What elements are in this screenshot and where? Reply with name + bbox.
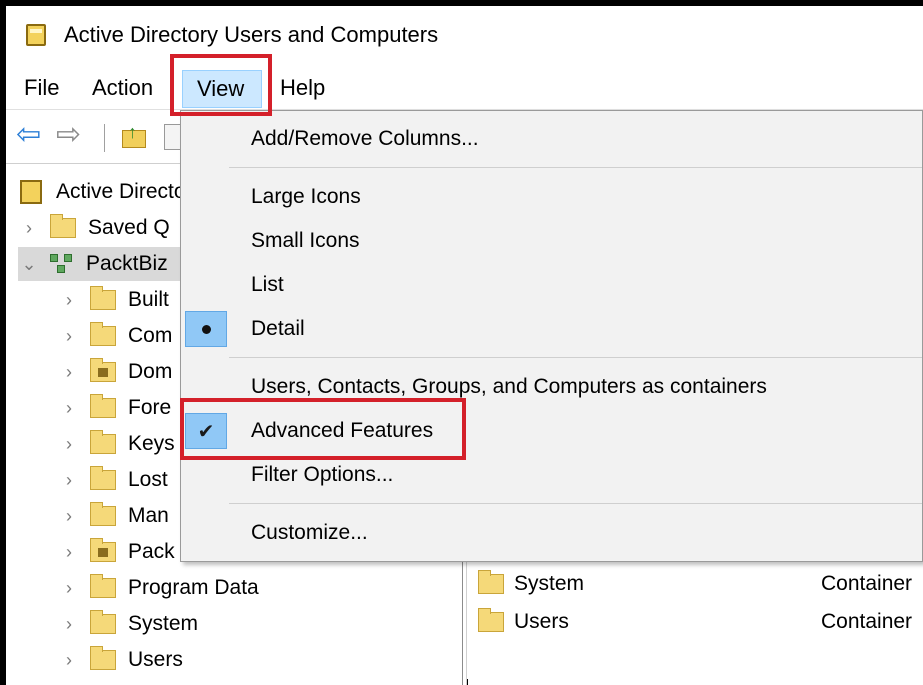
chevron-right-icon[interactable]: › bbox=[58, 506, 80, 527]
menu-file[interactable]: File bbox=[16, 73, 67, 103]
list-item[interactable]: Users Container bbox=[478, 604, 923, 640]
chevron-right-icon[interactable]: › bbox=[18, 218, 40, 239]
folder-icon bbox=[478, 608, 504, 632]
folder-icon bbox=[90, 394, 116, 418]
folder-icon bbox=[90, 286, 116, 310]
menu-separator bbox=[229, 357, 922, 358]
tree-item-label: Dom bbox=[128, 360, 173, 383]
tree-item-label: Users bbox=[128, 648, 183, 671]
tree-item-label: Saved Q bbox=[88, 216, 170, 239]
tree-child[interactable]: › Built bbox=[58, 283, 169, 317]
checkmark-icon: ✔ bbox=[185, 413, 227, 449]
menu-item-detail[interactable]: Detail bbox=[181, 309, 922, 349]
folder-icon bbox=[50, 214, 76, 238]
menu-item-small-icons[interactable]: Small Icons bbox=[181, 221, 922, 261]
radio-dot-icon bbox=[185, 311, 227, 347]
chevron-right-icon[interactable]: › bbox=[58, 326, 80, 347]
list-item-type: Container bbox=[821, 610, 913, 633]
tree-item-label: Lost bbox=[128, 468, 168, 491]
up-folder-icon[interactable]: ↑ bbox=[120, 122, 150, 150]
back-arrow-icon[interactable]: ⇦ bbox=[16, 120, 46, 150]
folder-icon bbox=[90, 430, 116, 454]
chevron-right-icon[interactable]: › bbox=[58, 578, 80, 599]
tree-saved-queries[interactable]: › Saved Q bbox=[18, 211, 170, 245]
tree-child[interactable]: › Pack bbox=[58, 535, 175, 569]
folder-icon bbox=[90, 574, 116, 598]
ad-console-icon bbox=[20, 180, 42, 204]
tree-item-label: PacktBiz bbox=[86, 252, 168, 275]
list-item[interactable]: System Container bbox=[478, 566, 923, 602]
chevron-right-icon[interactable]: › bbox=[58, 542, 80, 563]
tree-item-label: System bbox=[128, 612, 199, 635]
toolbar-separator bbox=[104, 124, 105, 152]
folder-icon bbox=[90, 466, 116, 490]
tree-child[interactable]: › Users bbox=[58, 643, 183, 677]
tree-child[interactable]: › Program Data bbox=[58, 571, 259, 605]
menu-item-users-as-containers[interactable]: Users, Contacts, Groups, and Computers a… bbox=[181, 367, 922, 407]
ad-console-icon bbox=[26, 24, 46, 46]
chevron-right-icon[interactable]: › bbox=[58, 614, 80, 635]
menu-item-filter-options[interactable]: Filter Options... bbox=[181, 455, 922, 495]
tree-item-label: Pack bbox=[128, 540, 175, 563]
forward-arrow-icon[interactable]: ⇨ bbox=[56, 120, 86, 150]
menu-separator bbox=[229, 167, 922, 168]
tree-child[interactable]: › Fore bbox=[58, 391, 171, 425]
folder-icon bbox=[90, 502, 116, 526]
tree-child[interactable]: › Lost bbox=[58, 463, 168, 497]
chevron-down-icon[interactable]: ⌄ bbox=[18, 254, 40, 275]
chevron-right-icon[interactable]: › bbox=[58, 398, 80, 419]
chevron-right-icon[interactable]: › bbox=[58, 434, 80, 455]
list-item-name: System bbox=[514, 572, 585, 595]
chevron-right-icon[interactable]: › bbox=[58, 470, 80, 491]
view-menu-dropdown: Add/Remove Columns... Large Icons Small … bbox=[180, 110, 923, 562]
tree-item-label: Fore bbox=[128, 396, 172, 419]
tree-root[interactable]: Active Directo bbox=[20, 175, 186, 209]
folder-icon bbox=[478, 570, 504, 594]
chevron-right-icon[interactable]: › bbox=[58, 362, 80, 383]
chevron-right-icon[interactable]: › bbox=[58, 290, 80, 311]
menu-item-add-remove-columns[interactable]: Add/Remove Columns... bbox=[181, 119, 922, 159]
tree-child[interactable]: › System bbox=[58, 607, 198, 641]
menu-item-customize[interactable]: Customize... bbox=[181, 513, 922, 553]
tree-child[interactable]: › Com bbox=[58, 319, 172, 353]
domain-icon bbox=[48, 252, 76, 276]
title-bar: Active Directory Users and Computers bbox=[6, 6, 923, 64]
tree-item-label: Keys bbox=[128, 432, 175, 455]
tree-item-label: Program Data bbox=[128, 576, 259, 599]
list-item-type: Container bbox=[821, 572, 913, 595]
menu-bar: File Action View Help bbox=[6, 64, 923, 110]
folder-icon bbox=[90, 610, 116, 634]
tree-child[interactable]: › Keys bbox=[58, 427, 175, 461]
tree-item-label: Man bbox=[128, 504, 169, 527]
chevron-right-icon[interactable]: › bbox=[58, 650, 80, 671]
menu-item-list[interactable]: List bbox=[181, 265, 922, 305]
folder-icon bbox=[90, 322, 116, 346]
folder-icon bbox=[90, 646, 116, 670]
menu-help[interactable]: Help bbox=[272, 73, 333, 103]
menu-view[interactable]: View bbox=[182, 70, 262, 108]
tree-root-label: Active Directo bbox=[56, 180, 186, 203]
list-item-name: Users bbox=[514, 610, 569, 633]
menu-action[interactable]: Action bbox=[84, 73, 161, 103]
tree-item-label: Com bbox=[128, 324, 173, 347]
tree-child[interactable]: › Dom bbox=[58, 355, 172, 389]
ou-folder-icon bbox=[90, 358, 116, 382]
menu-item-large-icons[interactable]: Large Icons bbox=[181, 177, 922, 217]
tree-item-label: Built bbox=[128, 288, 169, 311]
menu-item-advanced-features[interactable]: ✔ Advanced Features bbox=[181, 411, 922, 451]
menu-separator bbox=[229, 503, 922, 504]
tree-child[interactable]: › Man bbox=[58, 499, 169, 533]
window-title: Active Directory Users and Computers bbox=[64, 22, 439, 47]
ou-folder-icon bbox=[90, 538, 116, 562]
